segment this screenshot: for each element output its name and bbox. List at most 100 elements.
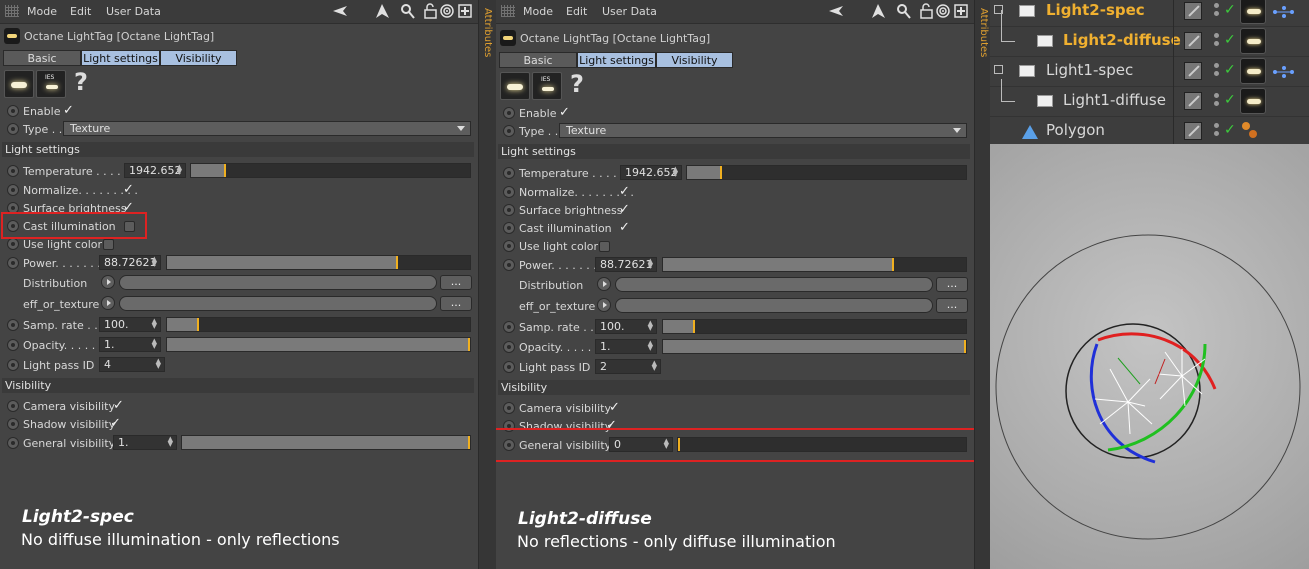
object-row-light1-spec[interactable]: Light1-spec ✓ (990, 57, 1309, 87)
object-row-polygon[interactable]: Polygon ✓ (990, 117, 1309, 147)
animation-radio-icon[interactable] (503, 107, 515, 119)
collapse-toggle-icon[interactable] (994, 65, 1003, 74)
layer-icon[interactable] (1184, 122, 1202, 140)
slider-handle[interactable] (197, 318, 199, 331)
use-light-color-checkbox[interactable] (103, 239, 114, 250)
help-icon[interactable]: ? (74, 68, 88, 96)
cursor-up-icon[interactable] (871, 3, 886, 19)
section-light-settings[interactable]: Light settings (498, 144, 970, 159)
slider-handle[interactable] (396, 256, 398, 269)
target-tag-icon[interactable] (1272, 65, 1296, 79)
animation-radio-icon[interactable] (7, 184, 19, 196)
object-row-light2-diffuse[interactable]: Light2-diffuse ✓ (990, 19, 1309, 57)
spinner-arrows-icon[interactable]: ▲ ▼ (168, 436, 173, 448)
general-visibility-slider[interactable] (181, 435, 471, 450)
target-icon[interactable] (936, 3, 951, 19)
target-tag-icon[interactable] (1272, 5, 1296, 19)
temperature-slider[interactable] (190, 163, 471, 178)
tab-visibility[interactable]: Visibility (656, 52, 733, 68)
temperature-slider[interactable] (686, 165, 967, 180)
temperature-field[interactable]: 1942.652 ▲ ▼ (124, 163, 186, 178)
animation-radio-icon[interactable] (7, 202, 19, 214)
animation-radio-icon[interactable] (503, 259, 515, 271)
menu-edit[interactable]: Edit (566, 5, 587, 18)
render-visibility-dot[interactable] (1214, 131, 1219, 136)
enable-checkbox[interactable]: ✓ (63, 104, 75, 117)
animation-radio-icon[interactable] (503, 402, 515, 414)
slider-handle[interactable] (678, 438, 680, 451)
octane-light-tag-icon[interactable] (1240, 28, 1266, 54)
animation-radio-icon[interactable] (503, 321, 515, 333)
general-visibility-field[interactable]: 0 ▲ ▼ (609, 437, 673, 452)
light-pass-id-field[interactable]: 2 ▲ ▼ (595, 359, 661, 374)
power-slider[interactable] (166, 255, 471, 270)
slider-handle[interactable] (964, 340, 966, 353)
animation-radio-icon[interactable] (503, 125, 515, 137)
menu-edit[interactable]: Edit (70, 5, 91, 18)
render-visibility-dot[interactable] (1214, 71, 1219, 76)
object-row-light1-diffuse[interactable]: Light1-diffuse ✓ (990, 79, 1309, 117)
normalize-checkbox[interactable]: ✓ (123, 183, 135, 196)
spinner-arrows-icon[interactable]: ▲ ▼ (648, 340, 653, 352)
attributes-side-tab[interactable]: Attributes (478, 0, 496, 569)
render-visibility-dot[interactable] (1214, 41, 1219, 46)
editor-visibility-dot[interactable] (1214, 3, 1219, 8)
enabled-check-icon[interactable]: ✓ (1224, 32, 1236, 48)
material-tag-icon[interactable] (1240, 119, 1260, 141)
eff-or-texture-link-field[interactable] (615, 298, 933, 313)
help-icon[interactable]: ? (570, 70, 584, 98)
panel-grip-icon[interactable] (501, 5, 515, 17)
cast-illumination-checkbox[interactable] (124, 221, 135, 232)
use-light-color-checkbox[interactable] (599, 241, 610, 252)
layer-icon[interactable] (1184, 92, 1202, 110)
spinner-arrows-icon[interactable]: ▲ ▼ (664, 438, 669, 450)
target-icon[interactable] (440, 3, 455, 19)
menu-user-data[interactable]: User Data (106, 5, 161, 18)
animation-radio-icon[interactable] (503, 420, 515, 432)
animation-radio-icon[interactable] (7, 220, 19, 232)
play-arrow-icon[interactable] (101, 275, 115, 289)
spinner-arrows-icon[interactable]: ▲ ▼ (152, 256, 157, 268)
animation-radio-icon[interactable] (7, 238, 19, 250)
samp-rate-slider[interactable] (166, 317, 471, 332)
distribution-link-field[interactable] (615, 277, 933, 292)
enabled-check-icon[interactable]: ✓ (1224, 2, 1236, 18)
spinner-arrows-icon[interactable]: ▲ ▼ (648, 320, 653, 332)
spinner-arrows-icon[interactable]: ▲ ▼ (177, 164, 182, 176)
general-visibility-field[interactable]: 1. ▲ ▼ (113, 435, 177, 450)
animation-radio-icon[interactable] (7, 257, 19, 269)
menu-user-data[interactable]: User Data (602, 5, 657, 18)
surface-brightness-checkbox[interactable]: ✓ (123, 201, 135, 214)
section-visibility[interactable]: Visibility (2, 378, 474, 393)
animation-radio-icon[interactable] (7, 400, 19, 412)
slider-handle[interactable] (720, 166, 722, 179)
editor-visibility-dot[interactable] (1214, 63, 1219, 68)
animation-radio-icon[interactable] (503, 167, 515, 179)
ies-light-icon[interactable]: IES (532, 72, 562, 100)
spinner-arrows-icon[interactable]: ▲ ▼ (673, 166, 678, 178)
new-panel-icon[interactable] (954, 3, 969, 19)
light-pass-id-field[interactable]: 4 ▲ ▼ (99, 357, 165, 372)
animation-radio-icon[interactable] (7, 123, 19, 135)
section-visibility[interactable]: Visibility (498, 380, 970, 395)
editor-visibility-dot[interactable] (1214, 123, 1219, 128)
editor-visibility-dot[interactable] (1214, 33, 1219, 38)
camera-visibility-checkbox[interactable]: ✓ (609, 401, 621, 414)
slider-handle[interactable] (693, 320, 695, 333)
type-dropdown[interactable]: Texture (63, 121, 471, 136)
spinner-arrows-icon[interactable]: ▲ ▼ (156, 358, 161, 370)
back-arrow-icon[interactable] (828, 3, 843, 19)
camera-visibility-checkbox[interactable]: ✓ (113, 399, 125, 412)
layer-icon[interactable] (1184, 2, 1202, 20)
samp-rate-field[interactable]: 100. ▲ ▼ (595, 319, 657, 334)
distribution-browse-button[interactable]: ... (936, 277, 968, 292)
play-arrow-icon[interactable] (101, 296, 115, 310)
animation-radio-icon[interactable] (7, 418, 19, 430)
panel-grip-icon[interactable] (5, 5, 19, 17)
opacity-slider[interactable] (662, 339, 967, 354)
opacity-slider[interactable] (166, 337, 471, 352)
new-panel-icon[interactable] (458, 3, 473, 19)
animation-radio-icon[interactable] (503, 204, 515, 216)
samp-rate-field[interactable]: 100. ▲ ▼ (99, 317, 161, 332)
enable-checkbox[interactable]: ✓ (559, 106, 571, 119)
